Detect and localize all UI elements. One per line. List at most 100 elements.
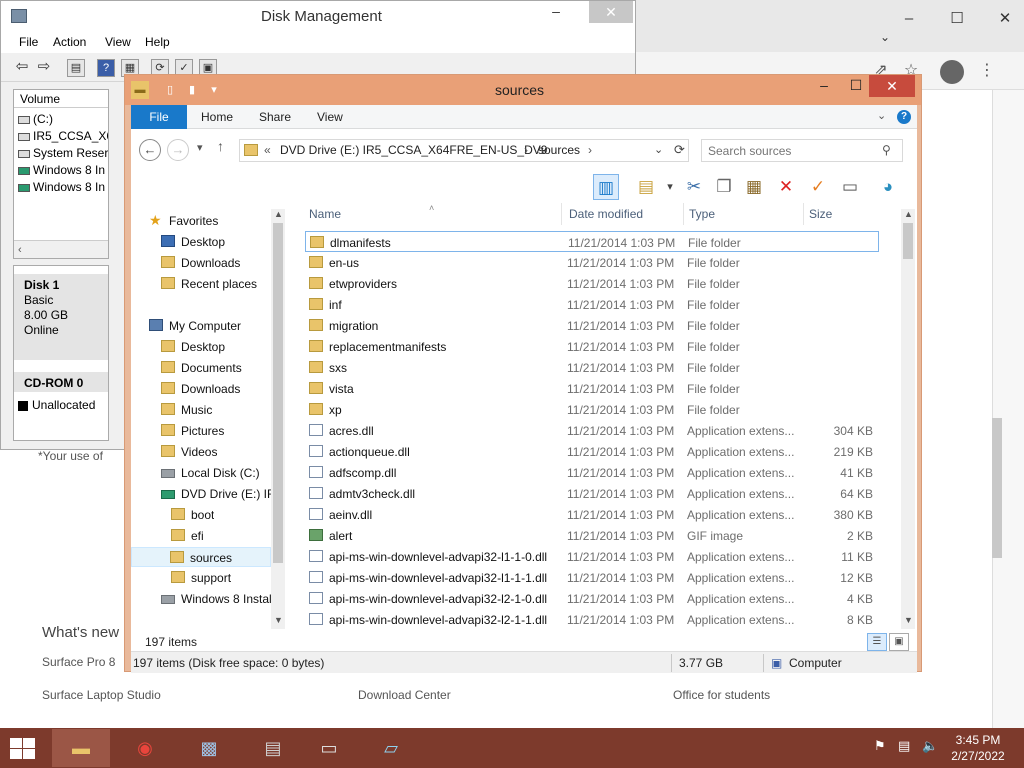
browser-scrollbar-thumb[interactable] [992, 418, 1002, 558]
properties-icon[interactable]: ▯ [161, 81, 179, 99]
search-input[interactable] [708, 143, 878, 159]
file-row[interactable]: migration 11/21/2014 1:03 PM File folder [305, 315, 879, 336]
volume-column-header[interactable]: Volume [14, 90, 108, 108]
help-icon[interactable]: ? [97, 59, 115, 77]
file-row[interactable]: api-ms-win-downlevel-advapi32-l1-1-0.dll… [305, 546, 879, 567]
dm-menu-file[interactable]: File [19, 35, 38, 49]
breadcrumb-drive[interactable]: DVD Drive (E:) IR5_CCSA_X64FRE_EN-US_DV9 [280, 143, 547, 157]
nav-fav-downloads[interactable]: Downloads [161, 253, 240, 273]
nav-boot[interactable]: boot [171, 505, 214, 525]
chevron-down-icon[interactable]: ⌄ [870, 24, 900, 50]
properties-icon[interactable]: ▤ [67, 59, 85, 77]
search-box[interactable]: ⚲ [701, 139, 903, 162]
large-icons-view-icon[interactable]: ▣ [889, 633, 909, 651]
office-students-link[interactable]: Office for students [673, 688, 770, 702]
column-type[interactable]: Type [689, 207, 715, 221]
breadcrumb-sources[interactable]: sources [538, 143, 580, 157]
disk-1-block[interactable]: Disk 1 Basic 8.00 GB Online [14, 274, 108, 360]
explorer-minimize-button[interactable]: – [811, 75, 837, 97]
dm-menu-help[interactable]: Help [145, 35, 170, 49]
preview-pane-icon[interactable]: ▥ [593, 174, 619, 200]
dm-close-button[interactable]: ✕ [589, 1, 633, 23]
file-row[interactable]: api-ms-win-downlevel-advapi32-l1-1-1.dll… [305, 567, 879, 588]
expand-ribbon-icon[interactable]: ⌄ [877, 109, 886, 122]
file-row[interactable]: en-us 11/21/2014 1:03 PM File folder [305, 252, 879, 273]
globe-icon[interactable]: ◕ [875, 174, 901, 200]
file-row[interactable]: aeinv.dll 11/21/2014 1:03 PM Application e… [305, 504, 879, 525]
file-row[interactable]: sxs 11/21/2014 1:03 PM File folder [305, 357, 879, 378]
scroll-up-icon[interactable]: ▲ [274, 209, 283, 219]
virtualbox-icon[interactable]: ▩ [180, 729, 238, 767]
column-name[interactable]: Name [309, 207, 341, 221]
nav-downloads[interactable]: Downloads [161, 379, 240, 399]
file-scrollbar-thumb[interactable] [903, 223, 913, 259]
forward-arrow-icon[interactable]: ⇨ [35, 59, 53, 77]
disk-management-icon[interactable]: ▤ [244, 729, 302, 767]
file-row[interactable]: admtv3check.dll 11/21/2014 1:03 PM Applica… [305, 483, 879, 504]
help-icon[interactable]: ? [897, 110, 911, 124]
scroll-up-icon[interactable]: ▲ [904, 209, 913, 219]
tab-home[interactable]: Home [201, 110, 233, 124]
breadcrumb-separator[interactable]: › [524, 143, 528, 157]
file-list-scrollbar[interactable]: ▲ ▼ [901, 209, 915, 629]
file-explorer-icon[interactable]: ▬ [52, 729, 110, 767]
notepad-icon[interactable]: ▱ [362, 729, 420, 767]
nav-my-computer[interactable]: My Computer [149, 316, 241, 336]
file-row[interactable]: replacementmanifests 11/21/2014 1:03 PM Fi… [305, 336, 879, 357]
nav-scrollbar-thumb[interactable] [273, 223, 283, 563]
copy-icon[interactable]: ❐ [711, 174, 737, 200]
cdrom-0-block[interactable]: CD-ROM 0 [14, 372, 108, 392]
browser-maximize-button[interactable]: ☐ [942, 6, 972, 32]
file-row[interactable]: actionqueue.dll 11/21/2014 1:03 PM Applica… [305, 441, 879, 462]
surface-pro-link[interactable]: Surface Pro 8 [42, 655, 115, 669]
scroll-down-icon[interactable]: ▼ [904, 615, 913, 625]
scroll-down-icon[interactable]: ▼ [274, 615, 283, 625]
volume-row[interactable]: (C:) [18, 112, 108, 129]
column-date-modified[interactable]: Date modified [569, 207, 643, 221]
up-arrow-icon[interactable]: ↑ [217, 138, 224, 154]
cut-icon[interactable]: ✂ [681, 174, 707, 200]
file-row[interactable]: adfscomp.dll 11/21/2014 1:03 PM Applicatio… [305, 462, 879, 483]
command-prompt-icon[interactable]: ▭ [300, 729, 358, 767]
system-clock[interactable]: 3:45 PM 2/27/2022 [938, 732, 1018, 764]
file-row[interactable]: inf 11/21/2014 1:03 PM File folder [305, 294, 879, 315]
file-row[interactable]: dlmanifests 11/21/2014 1:03 PM File folder [305, 231, 879, 252]
explorer-close-button[interactable]: ✕ [869, 75, 915, 97]
nav-windows-installer[interactable]: Windows 8 Instal [161, 589, 271, 609]
windows-start-icon[interactable] [8, 736, 36, 760]
file-row[interactable]: vista 11/21/2014 1:03 PM File folder [305, 378, 879, 399]
nav-sources[interactable]: sources [131, 547, 271, 567]
volume-row[interactable]: Windows 8 In [18, 163, 108, 180]
new-folder-icon[interactable]: ▮ [183, 81, 201, 99]
volume-row[interactable]: Windows 8 In [18, 180, 108, 197]
rename-icon[interactable]: ▭ [837, 174, 863, 200]
nav-music[interactable]: Music [161, 400, 212, 420]
nav-fav-recent-places[interactable]: Recent places [161, 274, 257, 294]
chrome-icon[interactable]: ◉ [116, 729, 174, 767]
paste-icon[interactable]: ▦ [741, 174, 767, 200]
tab-view[interactable]: View [317, 110, 343, 124]
nav-videos[interactable]: Videos [161, 442, 217, 462]
nav-favorites[interactable]: ★ Favorites [149, 211, 218, 231]
dropdown-icon[interactable]: ▾ [657, 174, 683, 200]
nav-pictures[interactable]: Pictures [161, 421, 224, 441]
back-button[interactable]: ← [139, 139, 161, 161]
profile-avatar[interactable] [940, 60, 964, 84]
delete-icon[interactable]: ✕ [773, 174, 799, 200]
nav-fav-desktop[interactable]: Desktop [161, 232, 225, 252]
address-bar[interactable]: « DVD Drive (E:) IR5_CCSA_X64FRE_EN-US_D… [239, 139, 689, 162]
column-divider[interactable] [683, 203, 684, 225]
back-arrow-icon[interactable]: ⇦ [13, 59, 31, 77]
nav-documents[interactable]: Documents [161, 358, 242, 378]
tab-share[interactable]: Share [259, 110, 291, 124]
volume-muted-icon[interactable]: 🔈 [922, 738, 938, 754]
checkmark-icon[interactable]: ✓ [805, 174, 831, 200]
action-center-flag-icon[interactable]: ⚑ [874, 738, 886, 754]
file-row[interactable]: alert 11/21/2014 1:03 PM GIF image 2 KB [305, 525, 879, 546]
volume-horizontal-scrollbar[interactable]: ‹ [14, 240, 108, 258]
explorer-maximize-button[interactable]: ☐ [843, 75, 869, 97]
column-size[interactable]: Size [809, 207, 832, 221]
refresh-icon[interactable]: ⟳ [674, 142, 685, 158]
file-row[interactable]: xp 11/21/2014 1:03 PM File folder [305, 399, 879, 420]
address-dropdown-icon[interactable]: ⌄ [654, 143, 663, 156]
